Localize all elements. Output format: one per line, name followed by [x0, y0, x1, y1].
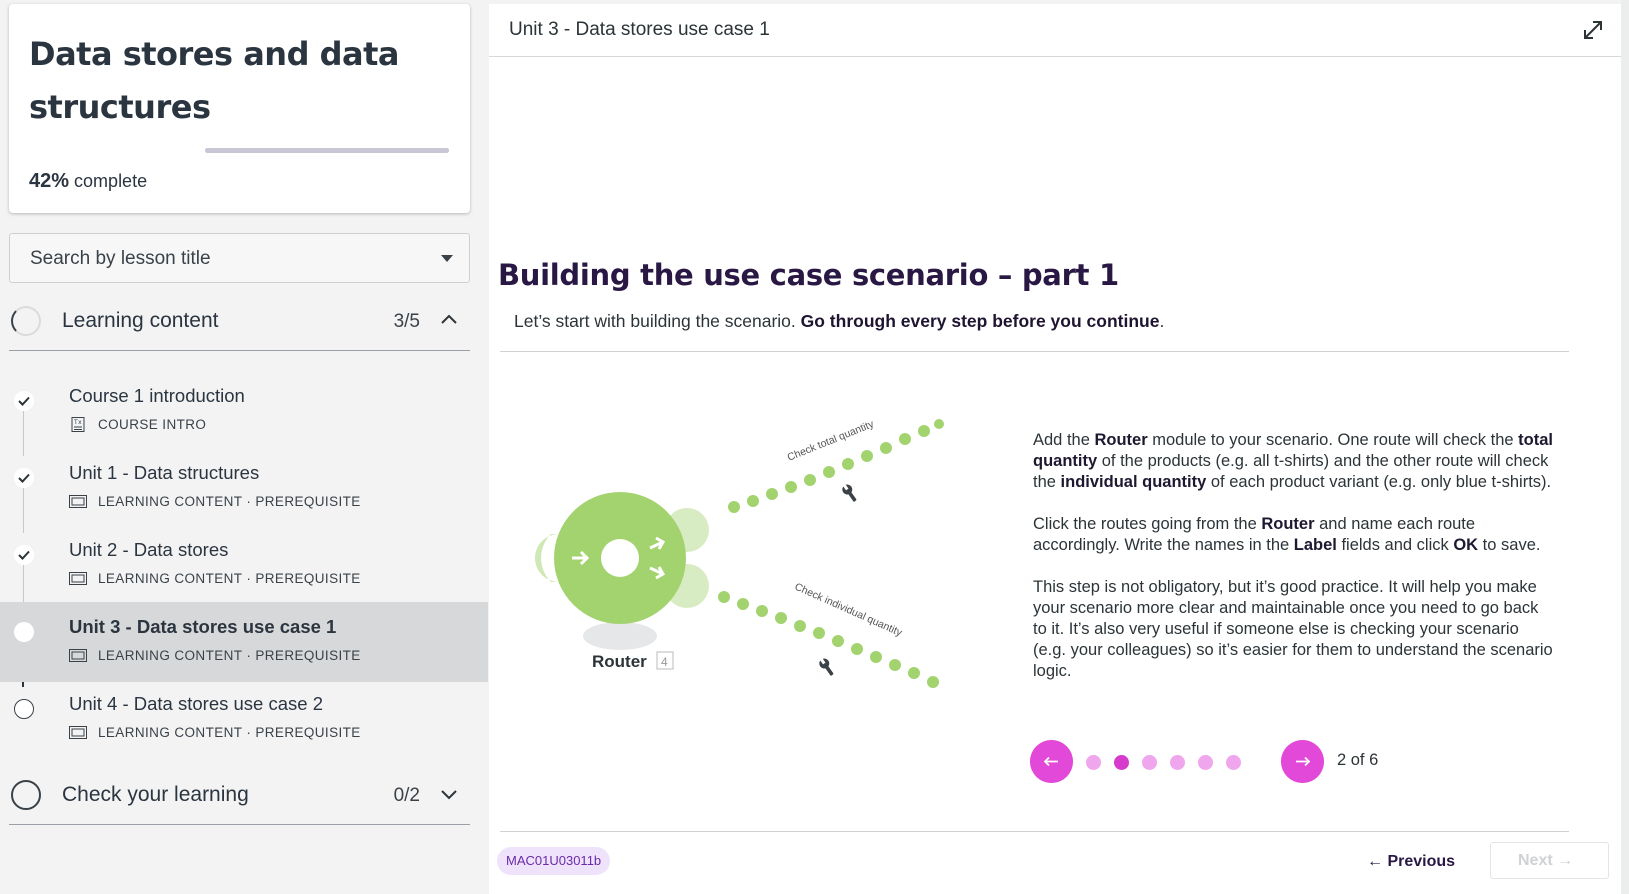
- lesson-search-placeholder: Search by lesson title: [30, 248, 211, 269]
- slides-icon: [69, 495, 87, 508]
- wrench-icon: [842, 483, 857, 502]
- lesson-meta-text: LEARNING CONTENT · PREREQUISITE: [98, 648, 361, 663]
- lesson-item-unit-1[interactable]: Unit 1 - Data structures LEARNING CONTEN…: [0, 448, 488, 528]
- step-paragraph-2: Click the routes going from the Router a…: [1033, 515, 1541, 554]
- router-number: 4: [661, 655, 668, 669]
- expand-icon[interactable]: [1581, 18, 1605, 42]
- lesson-title: Unit 4 - Data stores use case 2: [69, 693, 323, 714]
- router-label: Router: [592, 652, 647, 671]
- lesson-item-unit-3-current[interactable]: Unit 3 - Data stores use case 1 LEARNING…: [0, 602, 488, 682]
- course-title: Data stores and data structures: [29, 35, 400, 126]
- lesson-header-title: Unit 3 - Data stores use case 1: [509, 19, 770, 40]
- next-lesson-button[interactable]: Next →: [1490, 842, 1609, 879]
- step-dot[interactable]: [1226, 755, 1241, 770]
- previous-step-button[interactable]: [1030, 740, 1073, 783]
- svg-text:Tx: Tx: [73, 419, 82, 426]
- checkmark-icon: [14, 545, 34, 565]
- lesson-meta-text: LEARNING CONTENT · PREREQUISITE: [98, 725, 361, 740]
- step-paragraph-3: This step is not obligatory, but it’s go…: [1033, 578, 1553, 680]
- course-sidebar: Data stores and data structures 42% comp…: [0, 0, 488, 894]
- previous-lesson-button[interactable]: ← Previous: [1367, 853, 1455, 871]
- lesson-heading: Building the use case scenario – part 1: [498, 258, 1119, 292]
- step-dot-active[interactable]: [1114, 755, 1129, 770]
- lesson-title: Course 1 introduction: [69, 385, 245, 406]
- intro-text: Let’s start with building the scenario.: [514, 311, 801, 331]
- route-bottom-label: Check individual quantity: [793, 581, 905, 640]
- step-instructions: Add the Router module to your scenario. …: [1033, 430, 1553, 703]
- slides-icon: [69, 649, 87, 662]
- step-dot[interactable]: [1198, 755, 1213, 770]
- lesson-item-unit-2[interactable]: Unit 2 - Data stores LEARNING CONTENT · …: [0, 525, 488, 605]
- lesson-meta: LEARNING CONTENT · PREREQUISITE: [69, 725, 361, 740]
- content-divider: [500, 351, 1569, 352]
- step-dot[interactable]: [1142, 755, 1157, 770]
- scrollbar-track[interactable]: [1621, 0, 1629, 894]
- router-diagram-image: Check total quantity Check individual qu…: [535, 418, 944, 688]
- section-progress-ring-icon: [11, 780, 41, 810]
- lesson-title: Unit 1 - Data structures: [69, 462, 260, 483]
- lesson-item-course-intro[interactable]: Course 1 introduction Tx COURSE INTRO: [0, 371, 488, 451]
- lesson-meta: LEARNING CONTENT · PREREQUISITE: [69, 571, 361, 586]
- section-count: 3/5: [393, 311, 420, 332]
- course-progress-card: Data stores and data structures 42% comp…: [9, 4, 470, 213]
- lesson-search-select[interactable]: Search by lesson title: [9, 233, 470, 283]
- lesson-meta: LEARNING CONTENT · PREREQUISITE: [69, 648, 361, 663]
- step-paragraph-1: Add the Router module to your scenario. …: [1033, 431, 1554, 491]
- step-dot[interactable]: [1170, 755, 1185, 770]
- progress-suffix: complete: [74, 171, 148, 191]
- lesson-meta-text: LEARNING CONTENT · PREREQUISITE: [98, 571, 361, 586]
- section-count: 0/2: [393, 785, 420, 806]
- section-title: Check your learning: [62, 783, 249, 806]
- next-step-button[interactable]: [1281, 740, 1324, 783]
- next-lesson-label: Next →: [1518, 852, 1574, 869]
- lesson-title: Unit 3 - Data stores use case 1: [69, 616, 337, 637]
- footer-divider: [500, 831, 1569, 832]
- checkmark-icon: [14, 391, 34, 411]
- progress-percent: 42%: [29, 170, 70, 192]
- slides-icon: [69, 572, 87, 585]
- lesson-title: Unit 2 - Data stores: [69, 539, 229, 560]
- progress-label: 42% complete: [29, 170, 147, 193]
- step-counter: 2 of 6: [1337, 751, 1379, 769]
- lesson-meta-text: LEARNING CONTENT · PREREQUISITE: [98, 494, 361, 509]
- section-progress-ring-icon: [11, 306, 41, 336]
- not-started-circle-icon: [14, 699, 34, 719]
- section-title: Learning content: [62, 309, 219, 332]
- document-icon: Tx: [71, 417, 85, 432]
- intro-emphasis: Go through every step before you continu…: [800, 311, 1160, 331]
- section-check-your-learning[interactable]: Check your learning 0/2: [9, 767, 470, 825]
- intro-end: .: [1159, 311, 1165, 331]
- lesson-code-badge: MAC01U03011b: [497, 847, 611, 875]
- lesson-meta-text: COURSE INTRO: [98, 417, 207, 432]
- slides-icon: [69, 726, 87, 739]
- lesson-intro: Let’s start with building the scenario. …: [514, 311, 1164, 332]
- section-learning-content[interactable]: Learning content 3/5: [9, 293, 470, 351]
- chevron-down-icon: [441, 255, 453, 262]
- wrench-icon: [819, 657, 834, 676]
- lesson-item-unit-4[interactable]: Unit 4 - Data stores use case 2 LEARNING…: [0, 679, 488, 759]
- step-carousel: 2 of 6: [1030, 738, 1390, 784]
- chevron-down-icon: [441, 790, 457, 800]
- step-dot[interactable]: [1086, 755, 1101, 770]
- lesson-header: Unit 3 - Data stores use case 1: [489, 4, 1629, 57]
- lesson-panel: Unit 3 - Data stores use case 1 Building…: [489, 4, 1629, 894]
- lesson-meta: LEARNING CONTENT · PREREQUISITE: [69, 494, 361, 509]
- course-progress-bar: [205, 148, 449, 153]
- checkmark-icon: [14, 468, 34, 488]
- current-lesson-dot-icon: [14, 622, 34, 642]
- chevron-up-icon: [441, 314, 457, 324]
- lesson-meta: Tx COURSE INTRO: [69, 417, 206, 432]
- course-progress-fill: [205, 148, 449, 153]
